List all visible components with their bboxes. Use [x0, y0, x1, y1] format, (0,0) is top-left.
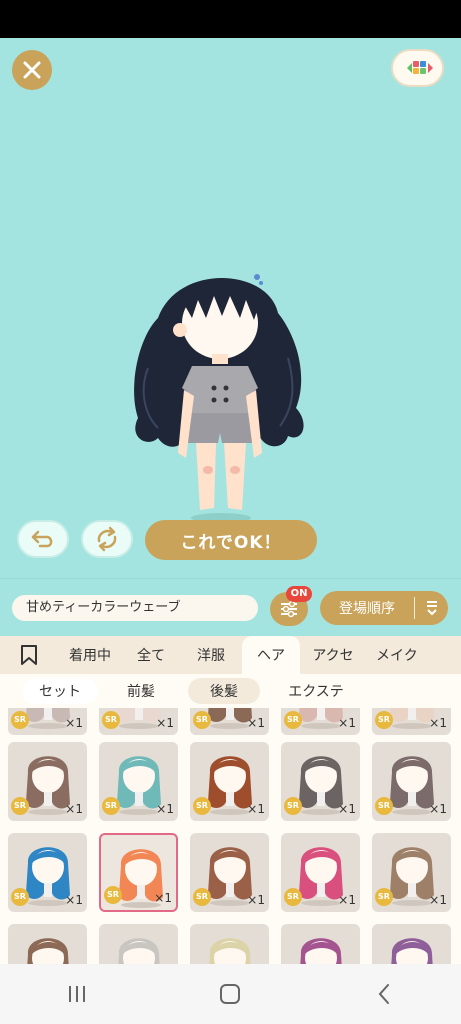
- item-count: ×1: [154, 891, 172, 905]
- sort-divider: [414, 597, 415, 619]
- rarity-badge: SR: [284, 888, 302, 906]
- tab-accessories[interactable]: アクセ: [300, 636, 366, 674]
- sort-order-button[interactable]: 登場順序: [320, 591, 448, 625]
- undo-button[interactable]: [17, 520, 69, 558]
- subtab-back-hair[interactable]: 後髪: [188, 678, 260, 704]
- subtab-extensions[interactable]: エクステ: [274, 678, 358, 704]
- rarity-badge: SR: [284, 711, 302, 729]
- hair-thumbnail: [391, 938, 433, 964]
- character-stage: これでOK！: [0, 38, 461, 578]
- rarity-badge: SR: [102, 711, 120, 729]
- sort-icon[interactable]: [415, 599, 448, 617]
- refresh-button[interactable]: [81, 520, 133, 558]
- hair-item-grid: SR ×1 SR ×1 SR ×1 SR ×1 SR ×1 SR ×1 SR ×1 SR ×1 SR ×1 SR ×1…: [0, 708, 461, 964]
- item-count: ×1: [247, 802, 265, 816]
- hair-item-card[interactable]: SR ×1: [190, 708, 269, 735]
- hair-item-card[interactable]: SR ×1: [8, 833, 87, 912]
- confirm-ok-button[interactable]: これでOK！: [145, 520, 317, 560]
- hair-item-card[interactable]: SR ×1: [372, 742, 451, 821]
- character-avatar: [134, 274, 304, 523]
- item-count: ×1: [156, 716, 174, 730]
- hair-thumbnail: [300, 938, 342, 964]
- hair-thumbnail: [118, 938, 160, 964]
- rarity-badge: SR: [193, 711, 211, 729]
- item-count: ×1: [247, 893, 265, 907]
- subtab-front-hair[interactable]: 前髪: [106, 678, 176, 704]
- rarity-badge: SR: [193, 888, 211, 906]
- bookmark-icon: [21, 645, 37, 665]
- hair-sub-tabs: セット 前髪 後髪 エクステ: [0, 674, 461, 708]
- recent-apps-icon[interactable]: [47, 974, 107, 1014]
- hair-item-card[interactable]: SR ×1: [372, 708, 451, 735]
- rarity-badge: SR: [11, 797, 29, 815]
- rarity-badge: SR: [11, 711, 29, 729]
- tab-makeup[interactable]: メイク: [366, 636, 426, 674]
- layout-toggle-button[interactable]: [391, 49, 444, 87]
- tab-clothes[interactable]: 洋服: [180, 636, 242, 674]
- rarity-badge: SR: [284, 797, 302, 815]
- item-count: ×1: [338, 893, 356, 907]
- item-count: ×1: [247, 716, 265, 730]
- rarity-badge: SR: [375, 888, 393, 906]
- hair-item-card[interactable]: SR ×1: [281, 833, 360, 912]
- rarity-badge: SR: [375, 711, 393, 729]
- back-icon[interactable]: [354, 974, 414, 1014]
- hair-item-card[interactable]: SR×1: [190, 924, 269, 964]
- item-count: ×1: [156, 802, 174, 816]
- hair-item-card[interactable]: SR×1: [8, 924, 87, 964]
- rarity-badge: SR: [375, 797, 393, 815]
- item-count: ×1: [338, 802, 356, 816]
- item-count: ×1: [65, 893, 83, 907]
- filter-on-badge: ON: [286, 586, 312, 602]
- undo-icon: [31, 530, 53, 548]
- item-count: ×1: [65, 716, 83, 730]
- rarity-badge: SR: [102, 797, 120, 815]
- hair-item-card[interactable]: SR×1: [372, 924, 451, 964]
- hair-item-card[interactable]: SR ×1: [190, 833, 269, 912]
- hair-item-card[interactable]: SR ×1: [190, 742, 269, 821]
- selected-item-name: 甘めティーカラーウェーブ: [12, 595, 258, 621]
- tab-wearing[interactable]: 着用中: [58, 636, 122, 674]
- layout-grid-icon: [406, 61, 433, 74]
- refresh-icon: [97, 526, 117, 552]
- rarity-badge: SR: [104, 886, 122, 904]
- item-count: ×1: [429, 893, 447, 907]
- android-nav-bar: [0, 964, 461, 1024]
- close-icon: [23, 61, 41, 79]
- item-count: ×1: [429, 802, 447, 816]
- hair-item-card[interactable]: SR ×1: [99, 742, 178, 821]
- subtab-set[interactable]: セット: [22, 678, 98, 704]
- hair-item-card[interactable]: SR ×1: [99, 708, 178, 735]
- hair-item-card[interactable]: SR ×1: [281, 708, 360, 735]
- hair-item-card[interactable]: SR ×1: [8, 742, 87, 821]
- hair-thumbnail: [27, 938, 69, 964]
- hair-item-card[interactable]: SR ×1: [281, 742, 360, 821]
- item-count: ×1: [338, 716, 356, 730]
- hair-item-card[interactable]: SR ×1: [372, 833, 451, 912]
- hair-item-card[interactable]: SR×1: [99, 924, 178, 964]
- rarity-badge: SR: [11, 888, 29, 906]
- hair-item-card[interactable]: SR ×1: [99, 833, 178, 912]
- item-search-bar: 甘めティーカラーウェーブ ON 登場順序: [0, 578, 461, 636]
- rarity-badge: SR: [193, 797, 211, 815]
- home-icon[interactable]: [200, 974, 260, 1014]
- item-count: ×1: [429, 716, 447, 730]
- tab-all[interactable]: 全て: [122, 636, 180, 674]
- item-count: ×1: [65, 802, 83, 816]
- close-button[interactable]: [12, 50, 52, 90]
- sort-order-label: 登場順序: [339, 601, 395, 617]
- hair-thumbnail: [209, 938, 251, 964]
- tab-hair[interactable]: ヘア: [242, 636, 300, 674]
- category-tabs: 着用中 全て 洋服 ヘア アクセ メイク: [0, 636, 461, 674]
- hair-item-card[interactable]: SR×1: [281, 924, 360, 964]
- tab-bookmark[interactable]: [0, 636, 58, 674]
- filter-sliders-icon: [281, 600, 297, 618]
- hair-item-card[interactable]: SR ×1: [8, 708, 87, 735]
- status-bar: [0, 0, 461, 38]
